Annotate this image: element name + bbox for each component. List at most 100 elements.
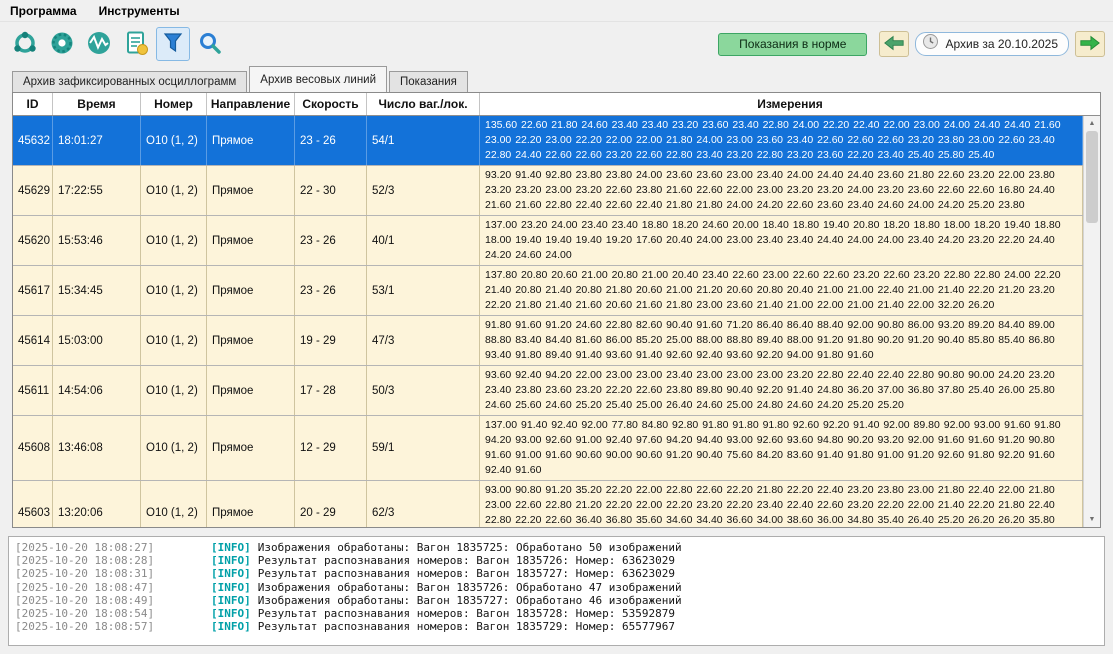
menu-program[interactable]: Программа (10, 4, 77, 18)
table-row[interactable]: 45608 13:46:08 O10 (1, 2) Прямое 12 - 29… (13, 416, 1083, 481)
cell-id: 45614 (13, 316, 53, 365)
column-header-label: Скорость (302, 97, 358, 111)
log-message: Результат распознавания номеров: Вагон 1… (258, 620, 675, 633)
log-panel[interactable]: [2025-10-20 18:08:27] [INFO] Изображения о… (8, 536, 1105, 646)
cell-speed: 23 - 26 (295, 216, 367, 265)
column-header[interactable]: Скорость (295, 93, 367, 115)
vertical-scrollbar[interactable]: ▲ ▼ (1083, 116, 1100, 527)
filter-button[interactable] (156, 27, 190, 61)
table-header-row: ID Время Номер Направление Скорость Числ… (13, 93, 1100, 116)
cell-id: 45629 (13, 166, 53, 215)
cell-wagon-count: 40/1 (367, 216, 480, 265)
cell-speed: 23 - 26 (295, 116, 367, 165)
log-entry: [2025-10-20 18:08:47][INFO]Изображения о… (15, 581, 1098, 594)
column-header-label: Время (77, 97, 115, 111)
cell-speed: 19 - 29 (295, 316, 367, 365)
report-button[interactable] (119, 27, 153, 61)
cell-speed: 22 - 30 (295, 166, 367, 215)
log-timestamp: [2025-10-20 18:08:49] (15, 594, 211, 607)
cell-wagon-count: 54/1 (367, 116, 480, 165)
cell-id: 45620 (13, 216, 53, 265)
log-timestamp: [2025-10-20 18:08:57] (15, 620, 211, 633)
column-header[interactable]: Направление (207, 93, 295, 115)
connection-icon (12, 30, 38, 59)
log-message: Изображения обработаны: Вагон 1835727: О… (258, 594, 682, 607)
column-header[interactable]: Время (53, 93, 141, 115)
table-row[interactable]: 45611 14:54:06 O10 (1, 2) Прямое 17 - 28… (13, 366, 1083, 416)
tab-weight-lines[interactable]: Архив весовых линий (249, 66, 387, 92)
connection-button[interactable] (8, 27, 42, 61)
cell-speed: 23 - 26 (295, 266, 367, 315)
log-level-badge: [INFO] (211, 607, 251, 620)
table-row[interactable]: 45632 18:01:27 O10 (1, 2) Прямое 23 - 26… (13, 116, 1083, 166)
column-header[interactable]: Номер (141, 93, 207, 115)
archive-navigation: Архив за 20.10.2025 (879, 31, 1105, 57)
cell-number: O10 (1, 2) (141, 316, 207, 365)
table-row[interactable]: 45620 15:53:46 O10 (1, 2) Прямое 23 - 26… (13, 216, 1083, 266)
menu-tools[interactable]: Инструменты (99, 4, 180, 18)
log-timestamp: [2025-10-20 18:08:31] (15, 567, 211, 580)
cell-measurements: 137.00 23.20 24.00 23.40 23.40 18.80 18.… (480, 216, 1083, 265)
tab-label: Показания (400, 76, 457, 88)
cell-id: 45632 (13, 116, 53, 165)
tab-readings[interactable]: Показания (389, 71, 468, 92)
cell-id: 45603 (13, 481, 53, 527)
cell-measurements: 137.00 91.40 92.40 92.00 77.80 84.80 92.… (480, 416, 1083, 480)
table-row[interactable]: 45614 15:03:00 O10 (1, 2) Прямое 19 - 29… (13, 316, 1083, 366)
cell-id: 45608 (13, 416, 53, 480)
scroll-up-arrow[interactable]: ▲ (1084, 116, 1100, 131)
table-row[interactable]: 45629 17:22:55 O10 (1, 2) Прямое 22 - 30… (13, 166, 1083, 216)
column-header-label: ID (27, 97, 39, 111)
cell-number: O10 (1, 2) (141, 416, 207, 480)
table-row[interactable]: 45603 13:20:06 O10 (1, 2) Прямое 20 - 29… (13, 481, 1083, 527)
cell-number: O10 (1, 2) (141, 366, 207, 415)
log-timestamp: [2025-10-20 18:08:27] (15, 541, 211, 554)
column-header[interactable]: Число ваг./лок. (367, 93, 480, 115)
scrollbar-track[interactable] (1084, 131, 1100, 512)
arrow-left-icon (883, 34, 905, 55)
cell-time: 15:34:45 (53, 266, 141, 315)
cell-measurements: 93.60 92.40 94.20 22.00 23.00 23.00 23.4… (480, 366, 1083, 415)
table-row[interactable]: 45617 15:34:45 O10 (1, 2) Прямое 23 - 26… (13, 266, 1083, 316)
log-entry: [2025-10-20 18:08:49][INFO] Изображения о… (15, 594, 1098, 607)
log-message: Результат распознавания номеров: Вагон 1… (258, 607, 675, 620)
column-header-label: Номер (154, 97, 193, 111)
tab-oscillograms[interactable]: Архив зафиксированных осциллограмм (12, 71, 247, 92)
scrollbar-thumb[interactable] (1086, 131, 1098, 223)
next-day-button[interactable] (1075, 31, 1105, 57)
cell-time: 17:22:55 (53, 166, 141, 215)
menu-bar: Программа Инструменты (0, 0, 1113, 22)
toolbar-icon-group (8, 27, 227, 61)
arrow-right-icon (1079, 34, 1101, 55)
log-entry: [2025-10-20 18:08:28][INFO]Результат рас… (15, 554, 1098, 567)
cell-direction: Прямое (207, 481, 295, 527)
cell-measurements: 93.20 91.40 92.80 23.80 23.80 24.00 23.6… (480, 166, 1083, 215)
oscillogram-button[interactable] (82, 27, 116, 61)
log-level-badge: [INFO] (211, 594, 251, 607)
calendar-icon (922, 33, 939, 55)
cell-direction: Прямое (207, 216, 295, 265)
settings-button[interactable] (45, 27, 79, 61)
cell-measurements: 91.80 91.60 91.20 24.60 22.80 82.60 90.4… (480, 316, 1083, 365)
cell-direction: Прямое (207, 316, 295, 365)
search-button[interactable] (193, 27, 227, 61)
column-header[interactable]: ID (13, 93, 53, 115)
scroll-down-arrow[interactable]: ▼ (1084, 512, 1100, 527)
cell-measurements: 137.80 20.80 20.60 21.00 20.80 21.00 20.… (480, 266, 1083, 315)
log-timestamp: [2025-10-20 18:08:28] (15, 554, 211, 567)
cell-wagon-count: 47/3 (367, 316, 480, 365)
cell-time: 15:03:00 (53, 316, 141, 365)
log-entry: [2025-10-20 18:08:31][INFO]Результат рас… (15, 567, 1098, 580)
cell-measurements: 135.60 22.60 21.80 24.60 23.40 23.40 23.… (480, 116, 1083, 165)
prev-day-button[interactable] (879, 31, 909, 57)
status-button[interactable]: Показания в норме (718, 33, 867, 56)
cell-measurements: 93.00 90.80 91.20 35.20 22.20 22.00 22.8… (480, 481, 1083, 527)
cell-wagon-count: 52/3 (367, 166, 480, 215)
gear-icon (49, 30, 75, 59)
column-header[interactable]: Измерения (480, 93, 1100, 115)
log-message: Результат распознавания номеров: Вагон 1… (258, 554, 675, 567)
filter-icon (160, 30, 186, 59)
date-label: Архив за 20.10.2025 (945, 37, 1058, 51)
date-picker[interactable]: Архив за 20.10.2025 (915, 32, 1069, 56)
weight-lines-archive-table: ID Время Номер Направление Скорость Числ… (12, 92, 1101, 528)
